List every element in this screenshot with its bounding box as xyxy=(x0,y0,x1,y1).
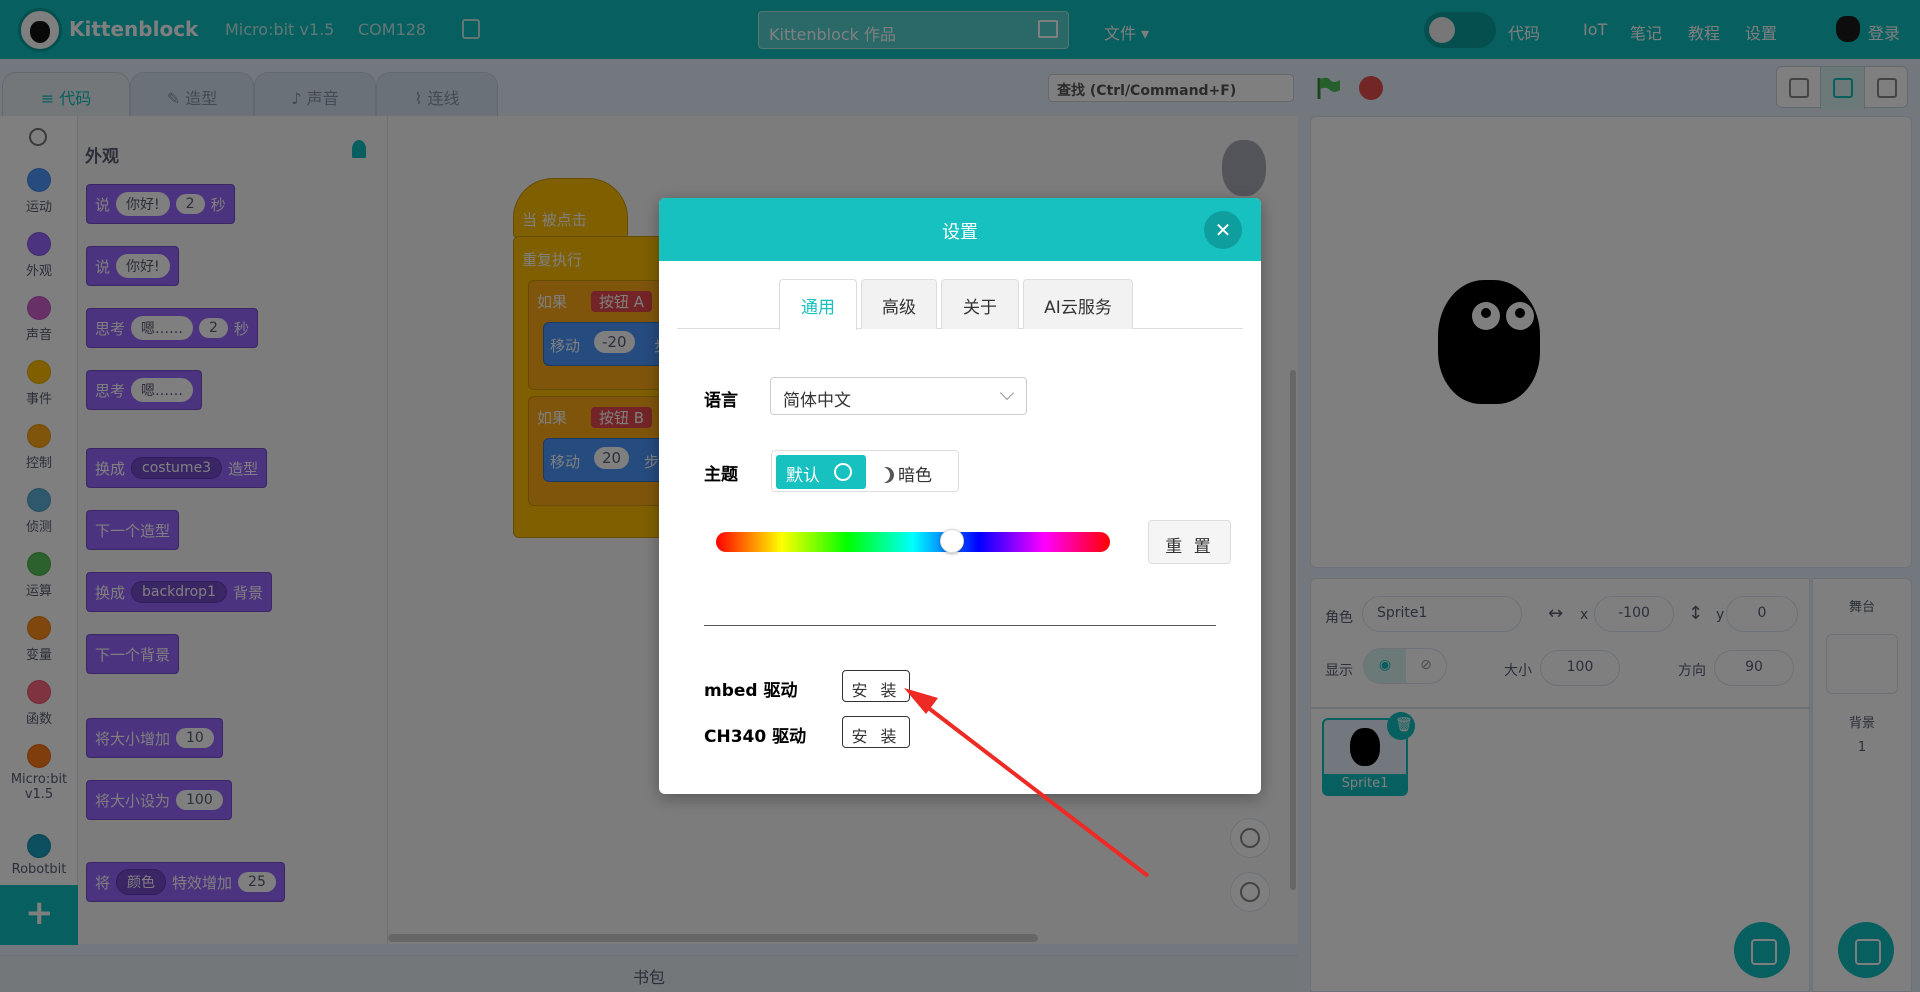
reset-color-button[interactable]: 重 置 xyxy=(1148,520,1231,564)
close-icon: ✕ xyxy=(1214,218,1232,242)
theme-switch: 默认 暗色 xyxy=(771,450,959,492)
close-dialog-button[interactable]: ✕ xyxy=(1204,211,1242,249)
tab-about[interactable]: 关于 xyxy=(941,279,1019,329)
tab-advanced[interactable]: 高级 xyxy=(861,279,937,329)
install-mbed-button[interactable]: 安 装 xyxy=(842,670,910,702)
mbed-driver-label: mbed 驱动 xyxy=(704,681,798,701)
language-value: 简体中文 xyxy=(783,391,851,411)
moon-icon xyxy=(878,467,894,483)
language-label: 语言 xyxy=(704,391,738,411)
theme-default-button[interactable]: 默认 xyxy=(776,455,866,489)
dialog-header: 设置 xyxy=(659,198,1261,261)
settings-tabs: 通用 高级 关于 AI云服务 xyxy=(677,279,1243,330)
install-ch340-button[interactable]: 安 装 xyxy=(842,716,910,748)
sun-icon xyxy=(834,463,852,481)
chevron-down-icon xyxy=(999,385,1015,401)
hue-slider-thumb[interactable] xyxy=(940,529,965,553)
theme-label: 主题 xyxy=(704,465,738,485)
theme-dark-button[interactable]: 暗色 xyxy=(878,461,932,486)
tab-general[interactable]: 通用 xyxy=(779,279,857,330)
theme-default-label: 默认 xyxy=(786,466,820,486)
tab-ai-cloud[interactable]: AI云服务 xyxy=(1023,279,1133,329)
ch340-driver-label: CH340 驱动 xyxy=(704,727,807,747)
divider xyxy=(704,625,1216,626)
dialog-title: 设置 xyxy=(942,222,978,243)
language-select[interactable]: 简体中文 xyxy=(770,377,1027,415)
hue-slider[interactable] xyxy=(716,529,1110,553)
settings-dialog: 设置 ✕ 通用 高级 关于 AI云服务 语言 简体中文 主题 默认 暗色 重 置… xyxy=(659,198,1261,794)
theme-dark-label: 暗色 xyxy=(898,466,932,486)
